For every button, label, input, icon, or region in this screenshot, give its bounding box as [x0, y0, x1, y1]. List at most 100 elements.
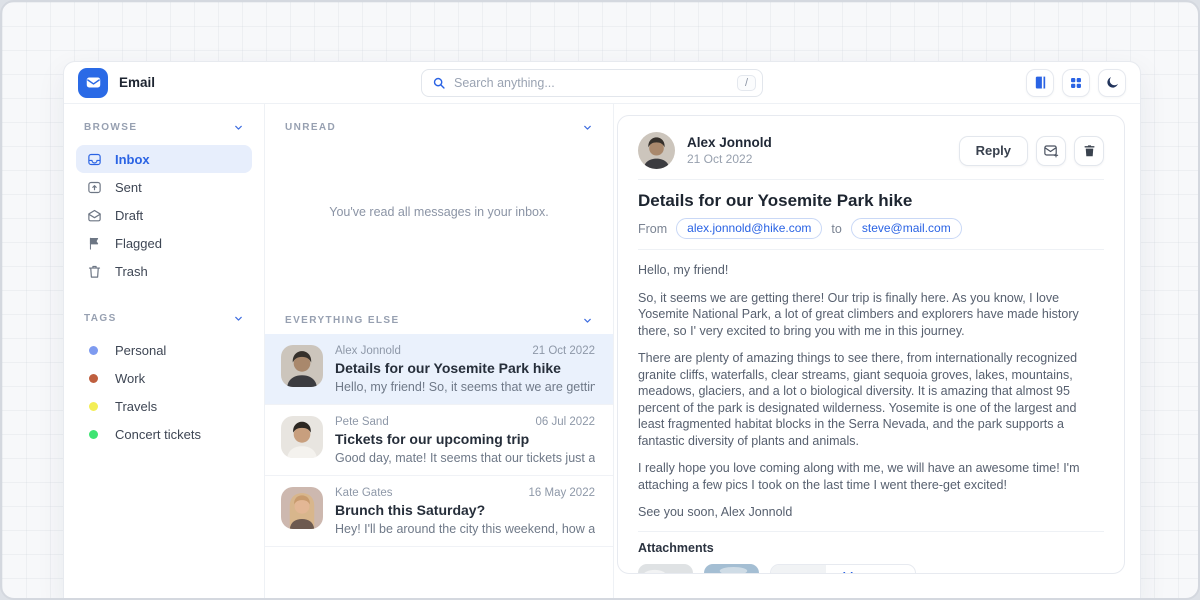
sidebar-item-sent[interactable]: Sent [76, 173, 252, 201]
sent-icon [86, 180, 102, 195]
email-subject: Brunch this Saturday? [335, 502, 595, 518]
main-columns: BROWSE Inbox [64, 104, 1140, 600]
sidebar-item-inbox[interactable]: Inbox [76, 145, 252, 173]
file-name: videos-hike.zip [836, 570, 915, 575]
sidebar-item-draft[interactable]: Draft [76, 201, 252, 229]
from-to-row: From alex.jonnold@hike.com to steve@mail… [638, 218, 1104, 239]
tag-color-dot [89, 402, 98, 411]
email-meta: Pete Sand 06 Jul 2022 Tickets for our up… [335, 416, 595, 465]
email-snippet: Hello, my friend! So, it seems that we a… [335, 380, 595, 394]
avatar [281, 416, 323, 458]
email-sender: Kate Gates [335, 487, 393, 499]
tag-label: Personal [115, 343, 166, 358]
sidebar-item-label: Sent [115, 180, 142, 195]
everything-else-section-header[interactable]: EVERYTHING ELSE [265, 297, 613, 334]
email-body: Hello, my friend! So, it seems we are ge… [638, 262, 1104, 521]
brand: Email [78, 68, 155, 98]
email-meta: Kate Gates 16 May 2022 Brunch this Satur… [335, 487, 595, 536]
email-list-item[interactable]: Pete Sand 06 Jul 2022 Tickets for our up… [265, 405, 613, 476]
tag-color-dot [89, 430, 98, 439]
tag-label: Travels [115, 399, 157, 414]
avatar [281, 487, 323, 529]
attachments-label: Attachments [638, 541, 1104, 555]
body-paragraph: Hello, my friend! [638, 262, 1104, 279]
tag-item-personal[interactable]: Personal [76, 336, 252, 364]
email-meta: Alex Jonnold 21 Oct 2022 Details for our… [335, 345, 595, 394]
email-subject-title: Details for our Yosemite Park hike [638, 191, 1104, 211]
addressbook-button[interactable] [1026, 69, 1054, 97]
delete-button[interactable] [1074, 136, 1104, 166]
search-icon [432, 76, 446, 90]
sidebar-item-label: Draft [115, 208, 143, 223]
file-info: videos-hike.zip 100 MB [826, 565, 915, 575]
body-paragraph: There are plenty of amazing things to se… [638, 350, 1104, 449]
flag-icon [86, 236, 102, 251]
browse-nav: Inbox Sent Draft [76, 145, 252, 285]
email-list-item[interactable]: Alex Jonnold 21 Oct 2022 Details for our… [265, 334, 613, 405]
search-box[interactable]: / [421, 69, 763, 97]
chevron-down-icon [582, 122, 593, 133]
everything-else-label: EVERYTHING ELSE [285, 315, 400, 326]
email-sender: Alex Jonnold [335, 345, 401, 357]
search-input[interactable] [454, 76, 729, 90]
divider [638, 531, 1104, 532]
reply-button[interactable]: Reply [959, 136, 1028, 166]
email-detail-card: Alex Jonnold 21 Oct 2022 Reply [617, 115, 1125, 574]
email-list-item[interactable]: Kate Gates 16 May 2022 Brunch this Satur… [265, 476, 613, 547]
chevron-down-icon [233, 313, 244, 324]
email-date: 06 Jul 2022 [536, 416, 595, 428]
avatar [638, 132, 675, 169]
to-label: to [831, 222, 841, 236]
sidebar-item-label: Flagged [115, 236, 162, 251]
dark-mode-toggle[interactable] [1098, 69, 1126, 97]
sidebar-item-trash[interactable]: Trash [76, 257, 252, 285]
attachment-image-half-dome[interactable] [704, 564, 759, 575]
attachment-file-card[interactable]: videos-hike.zip 100 MB [770, 564, 916, 575]
trash-icon [86, 264, 102, 279]
browse-label: BROWSE [84, 122, 137, 133]
chevron-down-icon [582, 315, 593, 326]
email-date: 16 May 2022 [529, 487, 596, 499]
attachment-image-valley[interactable] [638, 564, 693, 575]
email-detail-header: Alex Jonnold 21 Oct 2022 Reply [638, 132, 1104, 169]
tag-label: Concert tickets [115, 427, 201, 442]
top-actions [1026, 69, 1126, 97]
app-title: Email [119, 75, 155, 90]
divider [638, 179, 1104, 180]
tag-item-work[interactable]: Work [76, 364, 252, 392]
from-email-chip[interactable]: alex.jonnold@hike.com [676, 218, 822, 239]
tag-item-concert-tickets[interactable]: Concert tickets [76, 420, 252, 448]
sidebar-item-label: Trash [115, 264, 148, 279]
sender-date: 21 Oct 2022 [687, 152, 772, 166]
email-app-window: Email / [63, 61, 1141, 600]
body-paragraph: So, it seems we are getting there! Our t… [638, 290, 1104, 340]
tag-color-dot [89, 346, 98, 355]
forward-mail-button[interactable] [1036, 136, 1066, 166]
page-background: Email / [0, 0, 1200, 600]
tag-item-travels[interactable]: Travels [76, 392, 252, 420]
to-email-chip[interactable]: steve@mail.com [851, 218, 962, 239]
top-bar: Email / [64, 62, 1140, 104]
unread-label: UNREAD [285, 122, 336, 133]
unread-empty-message: You've read all messages in your inbox. [265, 141, 613, 283]
body-paragraph: I really hope you love coming along with… [638, 460, 1104, 493]
email-snippet: Good day, mate! It seems that our ticket… [335, 451, 595, 465]
sidebar: BROWSE Inbox [64, 104, 265, 600]
draft-icon [86, 208, 102, 223]
body-paragraph: See you soon, Alex Jonnold [638, 504, 1104, 521]
tags-nav: Personal Work Travels Concert tickets [76, 336, 252, 448]
sender-info: Alex Jonnold 21 Oct 2022 [687, 135, 772, 166]
apps-grid-button[interactable] [1062, 69, 1090, 97]
attachments-row: videos-hike.zip 100 MB [638, 564, 1104, 575]
browse-section-header[interactable]: BROWSE [76, 118, 252, 137]
reading-pane: Alex Jonnold 21 Oct 2022 Reply [614, 104, 1140, 600]
sender-name: Alex Jonnold [687, 135, 772, 150]
tags-label: TAGS [84, 313, 117, 324]
email-actions: Reply [959, 136, 1104, 166]
unread-section-header[interactable]: UNREAD [265, 104, 613, 141]
tag-color-dot [89, 374, 98, 383]
tags-section-header[interactable]: TAGS [76, 309, 252, 328]
email-date: 21 Oct 2022 [532, 345, 595, 357]
chevron-down-icon [233, 122, 244, 133]
sidebar-item-flagged[interactable]: Flagged [76, 229, 252, 257]
